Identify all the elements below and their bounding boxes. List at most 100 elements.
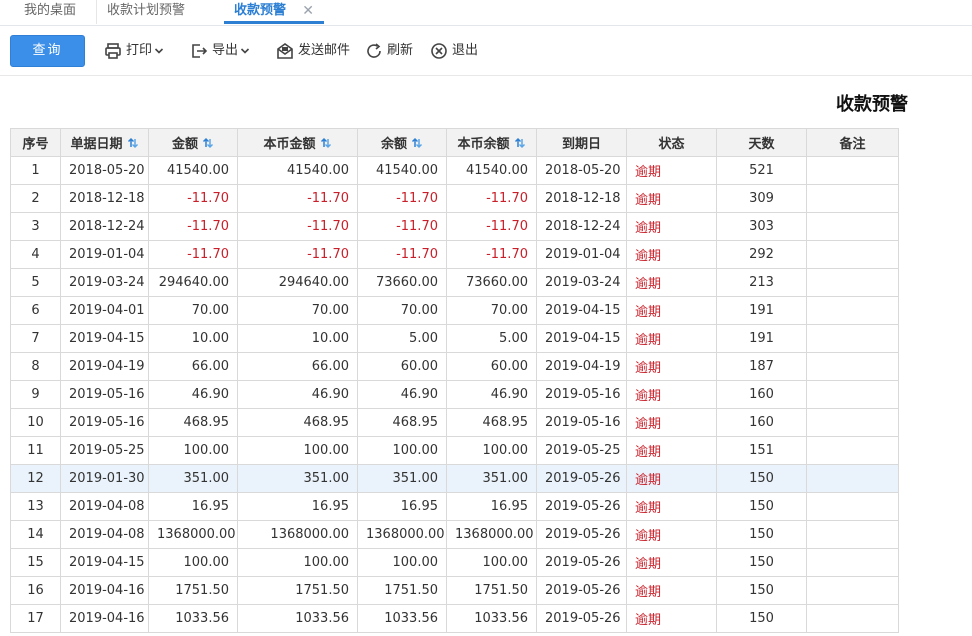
tab-collection-warning[interactable]: 收款预警 ✕ xyxy=(224,0,324,24)
exit-label: 退出 xyxy=(452,43,479,58)
col-header-balance[interactable]: 余额 xyxy=(357,128,447,157)
cell-days: 303 xyxy=(716,212,807,241)
sort-arrows-icon[interactable] xyxy=(202,137,214,149)
table-row[interactable]: 4 2019-01-04 -11.70 -11.70 -11.70 -11.70 2019-… xyxy=(10,240,899,269)
col-header-note[interactable]: 备注 xyxy=(806,128,899,157)
sort-arrows-icon[interactable] xyxy=(411,137,423,149)
sort-arrows-icon[interactable] xyxy=(514,137,526,149)
tab-collection-plan-warning[interactable]: 收款计划预警 xyxy=(96,0,195,24)
chevron-down-icon xyxy=(240,46,250,56)
cell-days: 150 xyxy=(716,464,807,493)
sort-arrows-icon[interactable] xyxy=(320,137,332,149)
cell-local-balance: -11.70 xyxy=(446,184,537,213)
cell-days: 187 xyxy=(716,352,807,381)
cell-amount: 16.95 xyxy=(148,492,238,521)
table-row[interactable]: 14 2019-04-08 1368000.00 1368000.00 1368000.… xyxy=(10,520,899,549)
mail-icon xyxy=(276,42,294,60)
cell-date: 2019-05-16 xyxy=(60,380,149,409)
cell-balance: 100.00 xyxy=(357,548,447,577)
export-label: 导出 xyxy=(212,43,239,58)
send-mail-button[interactable]: 发送邮件 xyxy=(276,40,350,62)
cell-local-amount: 1033.56 xyxy=(237,604,358,633)
cell-local-balance: 5.00 xyxy=(446,324,537,353)
cell-note xyxy=(806,436,899,465)
cell-days: 150 xyxy=(716,576,807,605)
table-row[interactable]: 17 2019-04-16 1033.56 1033.56 1033.56 1033.56… xyxy=(10,604,899,633)
cell-due-date: 2019-04-15 xyxy=(536,296,627,325)
cell-amount: 46.90 xyxy=(148,380,238,409)
col-header-amount[interactable]: 金额 xyxy=(148,128,238,157)
cell-no: 1 xyxy=(10,156,61,185)
col-header-status[interactable]: 状态 xyxy=(626,128,717,157)
cell-balance: 100.00 xyxy=(357,436,447,465)
exit-button[interactable]: 退出 xyxy=(430,40,478,62)
col-header-local-balance[interactable]: 本币余额 xyxy=(446,128,537,157)
cell-local-amount: -11.70 xyxy=(237,240,358,269)
cell-due-date: 2019-05-26 xyxy=(536,604,627,633)
cell-amount: 351.00 xyxy=(148,464,238,493)
refresh-label: 刷新 xyxy=(387,43,414,58)
col-header-date[interactable]: 单据日期 xyxy=(60,128,149,157)
table-row[interactable]: 5 2019-03-24 294640.00 294640.00 73660.00 736… xyxy=(10,268,899,297)
cell-amount: 1033.56 xyxy=(148,604,238,633)
table-row[interactable]: 10 2019-05-16 468.95 468.95 468.95 468.95 2019… xyxy=(10,408,899,437)
table-row[interactable]: 13 2019-04-08 16.95 16.95 16.95 16.95 2019-05-… xyxy=(10,492,899,521)
table-row[interactable]: 2 2018-12-18 -11.70 -11.70 -11.70 -11.70 2018-… xyxy=(10,184,899,213)
table-row[interactable]: 3 2018-12-24 -11.70 -11.70 -11.70 -11.70 2018-… xyxy=(10,212,899,241)
col-header-local-amount[interactable]: 本币金额 xyxy=(237,128,358,157)
sort-arrows-icon[interactable] xyxy=(127,137,139,149)
table-row[interactable]: 6 2019-04-01 70.00 70.00 70.00 70.00 2019-04-1… xyxy=(10,296,899,325)
cell-date: 2019-05-25 xyxy=(60,436,149,465)
table-row[interactable]: 11 2019-05-25 100.00 100.00 100.00 100.00 2019… xyxy=(10,436,899,465)
cell-local-amount: -11.70 xyxy=(237,212,358,241)
cell-amount: 1368000.00 xyxy=(148,520,238,549)
cell-local-balance: -11.70 xyxy=(446,212,537,241)
cell-balance: 468.95 xyxy=(357,408,447,437)
cell-note xyxy=(806,296,899,325)
cell-balance: 73660.00 xyxy=(357,268,447,297)
cell-status: 逾期 xyxy=(626,212,717,241)
cell-amount: -11.70 xyxy=(148,240,238,269)
refresh-button[interactable]: 刷新 xyxy=(365,40,413,62)
cell-date: 2019-04-15 xyxy=(60,324,149,353)
cell-local-balance: 1033.56 xyxy=(446,604,537,633)
cell-date: 2019-05-16 xyxy=(60,408,149,437)
table-row[interactable]: 16 2019-04-16 1751.50 1751.50 1751.50 1751.50… xyxy=(10,576,899,605)
cell-balance: 1368000.00 xyxy=(357,520,447,549)
cell-local-amount: 41540.00 xyxy=(237,156,358,185)
cell-date: 2019-04-08 xyxy=(60,492,149,521)
table-row[interactable]: 7 2019-04-15 10.00 10.00 5.00 5.00 2019-04-15 逾… xyxy=(10,324,899,353)
table-row[interactable]: 9 2019-05-16 46.90 46.90 46.90 46.90 2019-05-1… xyxy=(10,380,899,409)
tab-my-desktop[interactable]: 我的桌面 xyxy=(14,0,86,24)
cell-status: 逾期 xyxy=(626,240,717,269)
cell-note xyxy=(806,548,899,577)
cell-balance: 16.95 xyxy=(357,492,447,521)
export-button[interactable]: 导出 xyxy=(190,40,250,62)
cell-status: 逾期 xyxy=(626,184,717,213)
cell-no: 11 xyxy=(10,436,61,465)
cell-no: 9 xyxy=(10,380,61,409)
cell-amount: 66.00 xyxy=(148,352,238,381)
cell-balance: 5.00 xyxy=(357,324,447,353)
col-header-no[interactable]: 序号 xyxy=(10,128,61,157)
table-row[interactable]: 15 2019-04-15 100.00 100.00 100.00 100.00 2019… xyxy=(10,548,899,577)
cell-no: 3 xyxy=(10,212,61,241)
cell-amount: 70.00 xyxy=(148,296,238,325)
cell-no: 17 xyxy=(10,604,61,633)
export-icon xyxy=(190,42,208,60)
report-title: 收款预警 xyxy=(836,94,908,115)
col-header-days[interactable]: 天数 xyxy=(716,128,807,157)
cell-due-date: 2019-05-26 xyxy=(536,464,627,493)
close-icon[interactable]: ✕ xyxy=(302,0,314,22)
cell-date: 2019-01-30 xyxy=(60,464,149,493)
cell-amount: 294640.00 xyxy=(148,268,238,297)
table-row[interactable]: 8 2019-04-19 66.00 66.00 60.00 60.00 2019-04-1… xyxy=(10,352,899,381)
print-button[interactable]: 打印 xyxy=(104,40,164,62)
send-mail-label: 发送邮件 xyxy=(298,43,351,58)
col-header-due-date[interactable]: 到期日 xyxy=(536,128,627,157)
cell-local-amount: 100.00 xyxy=(237,548,358,577)
table-row[interactable]: 1 2018-05-20 41540.00 41540.00 41540.00 41540… xyxy=(10,156,899,185)
table-row[interactable]: 12 2019-01-30 351.00 351.00 351.00 351.00 2019… xyxy=(10,464,899,493)
cell-status: 逾期 xyxy=(626,520,717,549)
query-button[interactable]: 查询 xyxy=(10,35,85,67)
